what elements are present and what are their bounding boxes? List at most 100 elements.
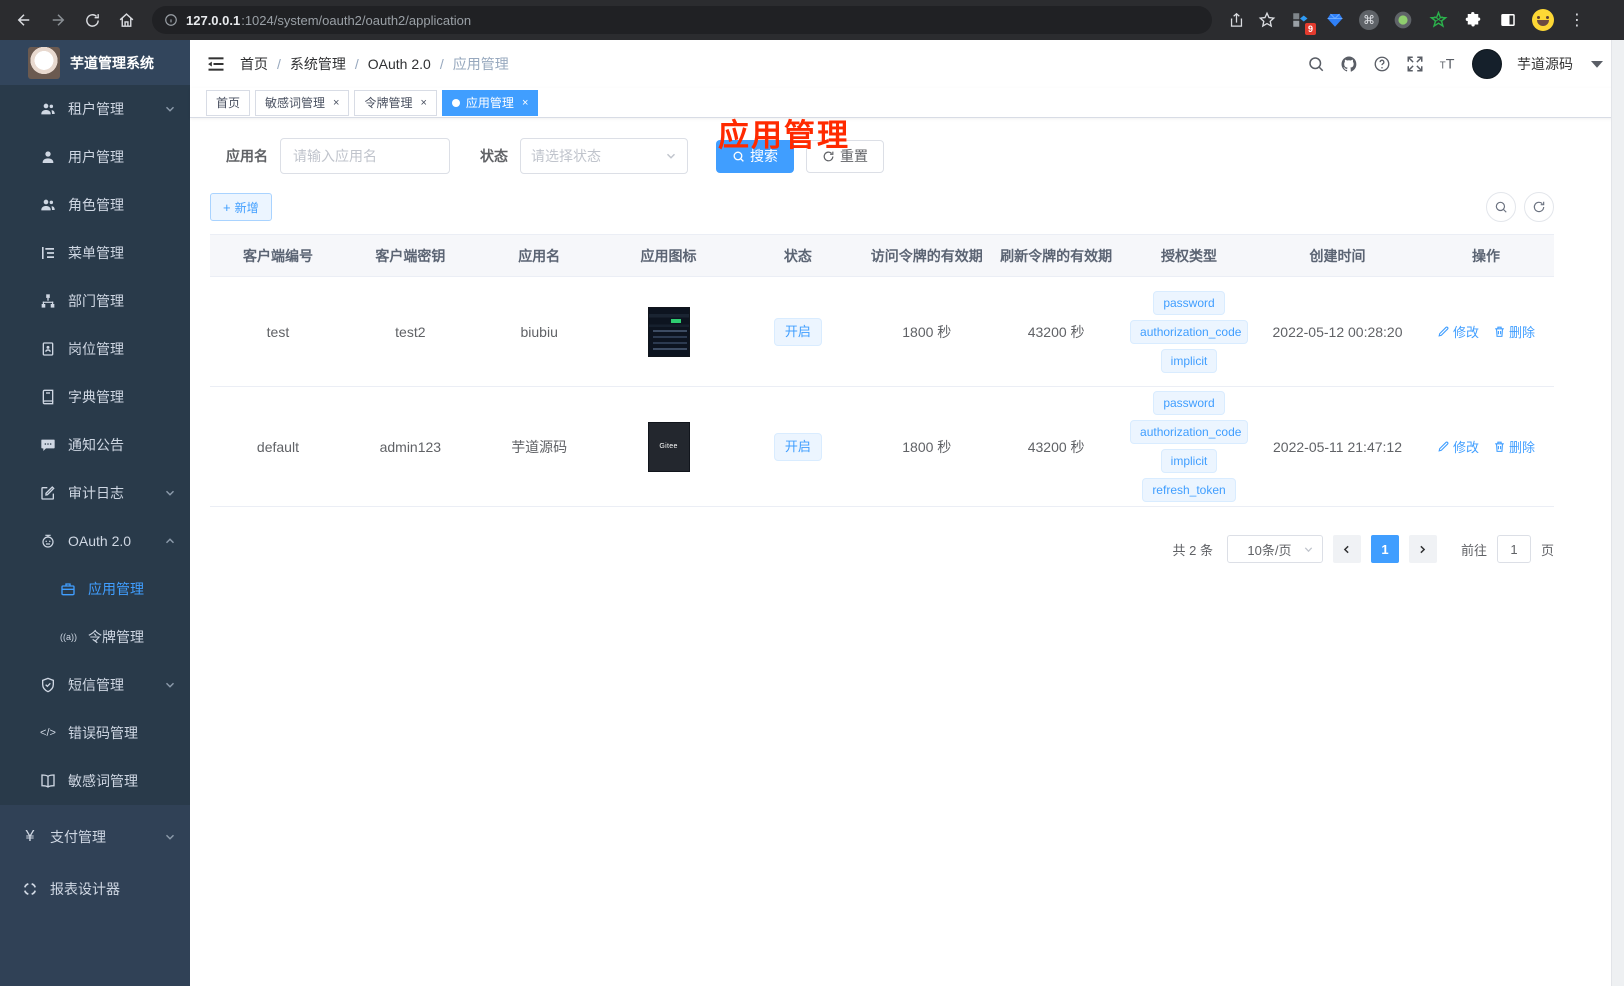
sidebar-item-token[interactable]: ((a)) 令牌管理 xyxy=(0,613,190,661)
sidebar-item-post[interactable]: 岗位管理 xyxy=(0,325,190,373)
app-name-input[interactable] xyxy=(280,138,450,174)
sidebar-item-label: 错误码管理 xyxy=(68,725,138,741)
browser-back-button[interactable] xyxy=(10,6,38,34)
extension-star-icon[interactable] xyxy=(1427,9,1449,31)
tab-sensitive-word[interactable]: 敏感词管理 × xyxy=(255,89,350,116)
chevron-left-icon xyxy=(1344,545,1350,553)
pagination: 共 2 条 10条/页 1 前往 页 xyxy=(210,535,1554,563)
user-avatar[interactable] xyxy=(1472,49,1502,79)
sidebar-item-label: 菜单管理 xyxy=(68,245,124,261)
sidebar-item-sms[interactable]: 短信管理 xyxy=(0,661,190,709)
user-icon xyxy=(42,151,54,163)
col-grant-types: 授权类型 xyxy=(1121,234,1257,277)
status-badge[interactable]: 开启 xyxy=(773,317,822,346)
profile-avatar-icon[interactable] xyxy=(1532,9,1554,31)
extension-puzzle-icon[interactable] xyxy=(1462,9,1484,31)
sidebar-item-sensitive-word[interactable]: 敏感词管理 xyxy=(0,757,190,805)
sidebar-item-user[interactable]: 用户管理 xyxy=(0,133,190,181)
logo-image xyxy=(28,46,60,79)
username[interactable]: 芋道源码 xyxy=(1517,54,1573,74)
browser-menu-icon[interactable]: ⋮ xyxy=(1567,10,1587,30)
sidebar-item-dict[interactable]: 字典管理 xyxy=(0,373,190,421)
sidebar-item-menu[interactable]: 菜单管理 xyxy=(0,229,190,277)
next-page-button[interactable] xyxy=(1408,535,1437,563)
sidebar-item-tenant[interactable]: 租户管理 xyxy=(0,85,190,133)
refresh-table-button[interactable] xyxy=(1524,192,1554,222)
status-label: 状态 xyxy=(480,148,508,164)
edit-link[interactable]: 修改 xyxy=(1437,437,1479,456)
extension-command-icon[interactable]: ⌘ xyxy=(1359,10,1379,30)
close-icon[interactable]: × xyxy=(522,97,528,109)
browser-forward-button[interactable] xyxy=(44,6,72,34)
prev-page-button[interactable] xyxy=(1332,535,1361,563)
extension-grid-icon[interactable]: 9 xyxy=(1289,9,1316,35)
sidebar-item-label: 通知公告 xyxy=(68,437,124,453)
sidebar-item-role[interactable]: 角色管理 xyxy=(0,181,190,229)
breadcrumb-system[interactable]: 系统管理 xyxy=(290,54,346,74)
extension-gem-icon[interactable] xyxy=(1324,9,1346,31)
breadcrumb-home[interactable]: 首页 xyxy=(240,54,268,74)
shield-check-icon xyxy=(42,677,54,693)
top-navbar: 首页 / 系统管理 / OAuth 2.0/ 应用管理 TT 芋道源码 xyxy=(190,40,1624,88)
page-size-select[interactable]: 10条/页 xyxy=(1226,535,1323,563)
sidebar-item-application[interactable]: 应用管理 xyxy=(0,565,190,613)
table-header-row: 客户端编号 客户端密钥 应用名 应用图标 状态 访问令牌的有效期 刷新令牌的有效… xyxy=(210,234,1554,277)
status-badge[interactable]: 开启 xyxy=(773,432,822,461)
message-icon xyxy=(41,439,55,451)
delete-link[interactable]: 删除 xyxy=(1493,322,1535,341)
close-icon[interactable]: × xyxy=(333,97,339,109)
sidebar-item-report-designer[interactable]: 报表设计器 xyxy=(0,863,190,915)
sidebar-item-label: 岗位管理 xyxy=(68,341,124,357)
github-icon[interactable] xyxy=(1340,55,1358,73)
sidebar-item-notice[interactable]: 通知公告 xyxy=(0,421,190,469)
col-refresh-token-validity: 刷新令牌的有效期 xyxy=(991,234,1122,277)
page-scrollbar[interactable] xyxy=(1611,40,1624,986)
goto-label: 前往 xyxy=(1460,542,1487,558)
sidebar-item-label: 支付管理 xyxy=(50,829,106,845)
browser-home-button[interactable] xyxy=(112,6,140,34)
sidebar-item-pay[interactable]: ¥ 支付管理 xyxy=(0,811,190,863)
url-bar[interactable]: 127.0.0.1:1024/system/oauth2/oauth2/appl… xyxy=(152,6,1212,34)
sidebar-item-dept[interactable]: 部门管理 xyxy=(0,277,190,325)
sidebar-item-label: 审计日志 xyxy=(68,485,124,501)
page-number-1[interactable]: 1 xyxy=(1370,535,1399,563)
extension-record-icon[interactable] xyxy=(1392,9,1414,31)
help-icon[interactable] xyxy=(1373,55,1391,73)
browser-reload-button[interactable] xyxy=(78,6,106,34)
tab-application[interactable]: 应用管理 × xyxy=(441,89,539,116)
close-icon[interactable]: × xyxy=(420,97,426,109)
sidebar-item-oauth[interactable]: OAuth 2.0 xyxy=(0,517,190,565)
site-info-icon[interactable] xyxy=(164,13,178,27)
fullscreen-icon[interactable] xyxy=(1406,55,1424,73)
sidebar-item-label: 部门管理 xyxy=(68,293,124,309)
font-size-icon[interactable]: TT xyxy=(1439,55,1457,73)
pencil-icon xyxy=(1438,326,1449,337)
cell-status: 开启 xyxy=(733,276,863,387)
breadcrumb-oauth[interactable]: OAuth 2.0 xyxy=(368,56,431,72)
sidebar-collapse-icon[interactable] xyxy=(206,54,226,74)
pencil-icon xyxy=(1438,441,1449,452)
app-logo[interactable]: 芋道管理系统 xyxy=(0,40,190,85)
app-title: 芋道管理系统 xyxy=(70,54,154,71)
col-app-name: 应用名 xyxy=(474,234,604,277)
status-select[interactable]: 请选择状态 xyxy=(520,138,688,174)
tab-home[interactable]: 首页 xyxy=(206,89,251,116)
add-button[interactable]: + 新增 xyxy=(210,193,272,221)
goto-page-input[interactable] xyxy=(1496,535,1531,563)
tab-token[interactable]: 令牌管理 × xyxy=(354,89,437,116)
share-icon[interactable] xyxy=(1228,12,1245,29)
edit-link[interactable]: 修改 xyxy=(1437,322,1479,341)
code-icon: </> xyxy=(40,727,56,739)
caret-down-icon[interactable] xyxy=(1588,55,1606,73)
total-count: 共 2 条 xyxy=(1172,542,1213,558)
sidebar-item-audit-log[interactable]: 审计日志 xyxy=(0,469,190,517)
extension-sidepanel-icon[interactable] xyxy=(1497,9,1519,31)
chevron-down-icon xyxy=(165,682,175,688)
chevron-up-icon xyxy=(165,538,175,544)
search-icon[interactable] xyxy=(1307,55,1325,73)
cell-client-id: test xyxy=(210,276,346,387)
sidebar-item-errorcode[interactable]: </> 错误码管理 xyxy=(0,709,190,757)
bookmark-star-icon[interactable] xyxy=(1258,11,1276,29)
toggle-search-button[interactable] xyxy=(1486,192,1516,222)
delete-link[interactable]: 删除 xyxy=(1493,437,1535,456)
